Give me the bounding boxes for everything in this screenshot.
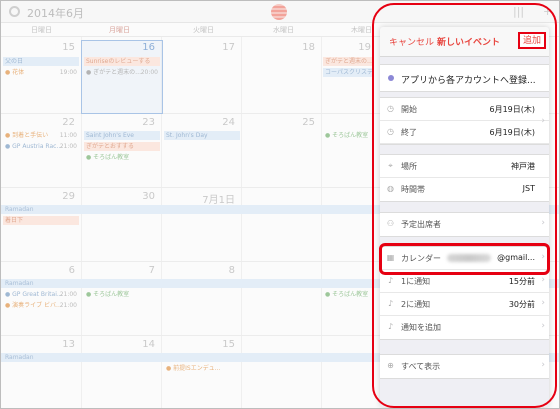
day-number[interactable]: 14 (125, 339, 155, 350)
calendar-event[interactable]: ● 演奏ライブ ビバ... 21:00 (3, 301, 79, 310)
calendar-event[interactable]: ぎがテとおすする (84, 142, 160, 151)
event-time: 21:00 (59, 302, 77, 309)
calendar-event[interactable]: ● そろばん教室 (323, 290, 373, 299)
calendar-event[interactable]: ● そろばん教室 (84, 153, 160, 162)
day-number[interactable]: 22 (45, 117, 75, 128)
calendar-event[interactable]: ● そろばん教室 (323, 131, 373, 140)
day-number[interactable]: 29 (45, 191, 75, 202)
settings-icon[interactable] (9, 6, 20, 17)
day-number[interactable]: 15 (45, 42, 75, 53)
screenshot: 2014年6月 ||| + 日曜日 月曜日 火曜日 水曜日 木曜日 15 16 … (0, 0, 560, 409)
weekday-label: 木曜日 (351, 26, 372, 34)
weekday-label: 月曜日 (109, 26, 130, 34)
calendar-event[interactable]: ぎがテと週末の… (323, 57, 373, 66)
event-label: ● 演奏ライブ ビバ... (5, 302, 62, 309)
calendar-event[interactable]: ● 花体 19:00 (3, 68, 79, 77)
calendar-event[interactable]: St. John's Day (164, 131, 240, 140)
event-label: ● ぎがテと週末の… (86, 69, 142, 76)
event-label: ● GP Great Britai... (5, 291, 63, 298)
day-number[interactable]: 7月1日 (191, 191, 235, 206)
day-number-today[interactable]: 16 (125, 42, 155, 53)
calendar-event[interactable]: 父の日 (3, 57, 79, 66)
calendar-event[interactable]: 着日下 (3, 216, 79, 225)
event-time: 21:00 (59, 143, 77, 150)
day-number[interactable]: 6 (45, 265, 75, 276)
day-number[interactable]: 19 (341, 42, 371, 53)
event-time: 11:00 (59, 132, 77, 139)
day-number[interactable]: 17 (205, 42, 235, 53)
calendar-event[interactable]: ● GP Great Britai... 21:00 (3, 290, 79, 299)
event-time: 21:00 (59, 291, 77, 298)
month-title: 2014年6月 (27, 7, 84, 20)
day-number[interactable]: 23 (125, 117, 155, 128)
day-number[interactable]: 8 (205, 265, 235, 276)
event-label: ● GP Austria Rac... (5, 143, 63, 150)
event-time: 19:00 (59, 69, 77, 76)
day-number[interactable]: 24 (205, 117, 235, 128)
calendar-event[interactable]: ● ぎがテと週末の… 20:00 (84, 68, 160, 77)
day-number[interactable]: 13 (45, 339, 75, 350)
event-label: ● 到着と手伝い (5, 132, 49, 139)
weekday-label: 水曜日 (273, 26, 294, 34)
day-number[interactable]: 15 (205, 339, 235, 350)
day-number[interactable]: 30 (125, 191, 155, 202)
calendar-event[interactable]: コーパスクリスティ (323, 68, 373, 77)
today-sun-icon[interactable] (271, 4, 287, 20)
day-number[interactable]: 25 (285, 117, 315, 128)
weekday-label: 日曜日 (31, 26, 52, 34)
calendar-event[interactable]: Saint John's Eve (84, 131, 160, 140)
event-time: 20:00 (140, 69, 158, 76)
event-label: ● 花体 (5, 69, 25, 76)
day-number[interactable]: 18 (285, 42, 315, 53)
calendar-event[interactable]: Sunriseのレビューする (84, 57, 160, 66)
calendar-event[interactable]: ● そろばん教室 (84, 290, 160, 299)
calendar-row-annotation (379, 243, 550, 275)
calendar-event[interactable]: ● 前提ISエンデュ... (164, 364, 240, 373)
weekday-label: 火曜日 (193, 26, 214, 34)
day-number[interactable]: 7 (125, 265, 155, 276)
calendar-event[interactable]: ● 到着と手伝い 11:00 (3, 131, 79, 140)
calendar-event[interactable]: ● GP Austria Rac... 21:00 (3, 142, 79, 151)
annotation-outline (372, 3, 557, 408)
